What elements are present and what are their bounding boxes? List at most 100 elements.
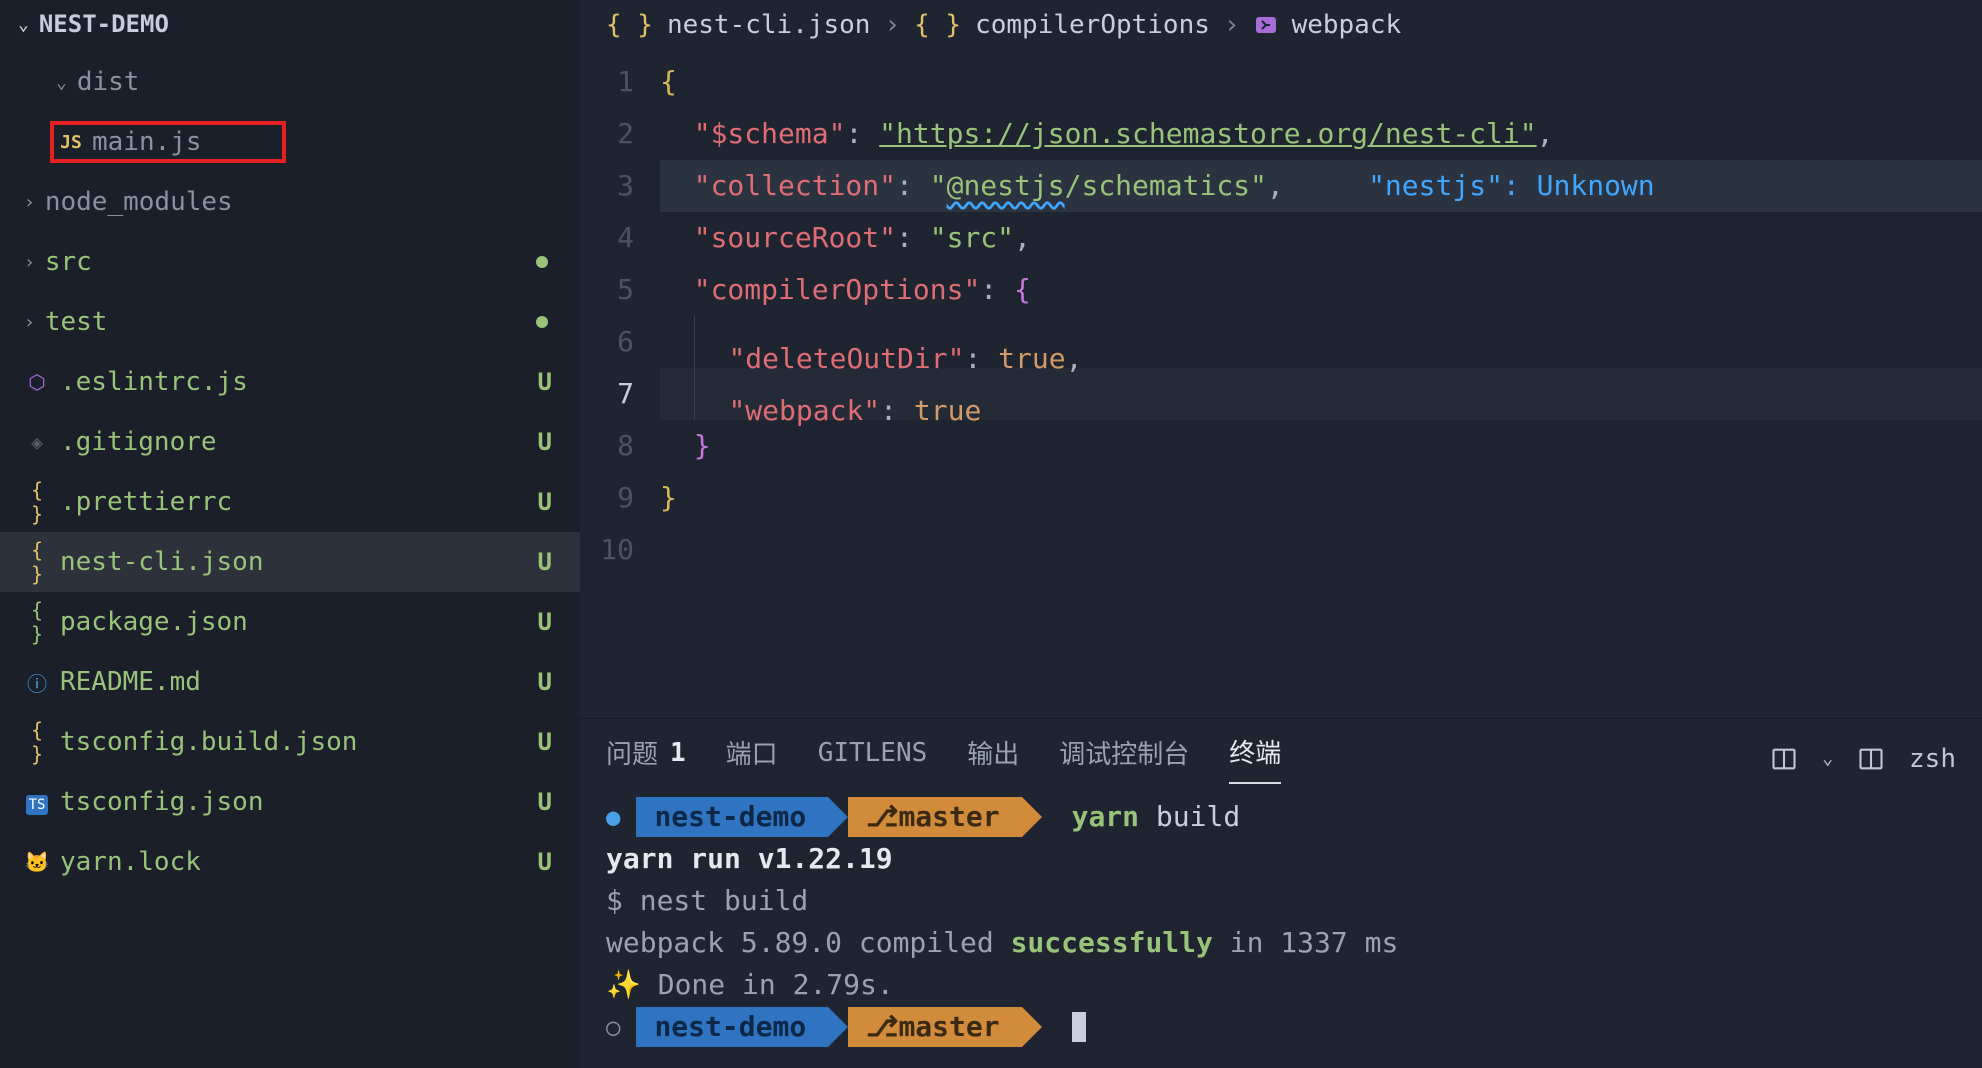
terminal-line: webpack 5.89.0 compiled successfully in …	[606, 922, 1956, 964]
folder-src[interactable]: › src	[0, 232, 580, 292]
inline-hint: "nestjs"	[1368, 169, 1503, 202]
line-number: 2	[580, 108, 634, 160]
cmd-tool: yarn	[1072, 800, 1139, 833]
file-readme[interactable]: ⓘ README.md U	[0, 652, 580, 712]
info-icon: ⓘ	[24, 668, 50, 697]
bullet-icon: ○	[606, 1006, 620, 1048]
chevron-down-icon[interactable]: ⌄	[1822, 748, 1833, 769]
code-editor[interactable]: 1 2 3 4 5 6 7 8 9 10 { "$schema": "https…	[580, 50, 1982, 718]
file-package-json[interactable]: { } package.json U	[0, 592, 580, 652]
folder-label: test	[45, 307, 526, 337]
file-tsconfig-build[interactable]: { } tsconfig.build.json U	[0, 712, 580, 772]
eslint-icon: ⬡	[24, 370, 50, 394]
split-terminal-icon[interactable]	[1857, 745, 1885, 773]
file-label: tsconfig.json	[60, 787, 528, 817]
breadcrumb-part[interactable]: compilerOptions	[975, 10, 1210, 40]
ts-icon: TS	[24, 790, 50, 814]
line-number: 10	[580, 524, 634, 576]
file-label: .gitignore	[60, 427, 528, 457]
breadcrumb-part[interactable]: nest-cli.json	[667, 10, 871, 40]
folder-label: dist	[77, 67, 570, 97]
split-editor-right-icon[interactable]	[1770, 745, 1798, 773]
git-status: U	[538, 608, 552, 636]
json-icon: { }	[24, 538, 50, 586]
file-tree: ⌄ dist JS main.js › node_modules › src	[0, 48, 580, 896]
breadcrumb-part[interactable]: webpack	[1292, 10, 1402, 40]
tab-output[interactable]: 输出	[967, 734, 1019, 783]
editor-area: { } nest-cli.json › { } compilerOptions …	[580, 0, 1982, 1068]
line-number: 7	[580, 368, 634, 420]
file-prettierrc[interactable]: { } .prettierrc U	[0, 472, 580, 532]
chevron-right-icon: ›	[24, 192, 35, 213]
highlight-box: JS main.js	[50, 121, 286, 163]
tab-ports[interactable]: 端口	[726, 734, 778, 783]
file-label: nest-cli.json	[60, 547, 528, 577]
folder-test[interactable]: › test	[0, 292, 580, 352]
tab-label: 输出	[967, 734, 1019, 771]
json-icon: { }	[606, 10, 653, 40]
folder-node-modules[interactable]: › node_modules	[0, 172, 580, 232]
chevron-down-icon: ⌄	[18, 14, 29, 35]
problems-count: 1	[670, 738, 686, 768]
file-label: tsconfig.build.json	[60, 727, 528, 757]
tab-label: GITLENS	[818, 738, 928, 768]
git-icon: ◈	[24, 430, 50, 454]
line-number: 6	[580, 316, 634, 368]
terminal-line: ✨ Done in 2.79s.	[606, 964, 1956, 1006]
prompt-branch: ⎇ master	[848, 797, 1021, 837]
file-label: .prettierrc	[60, 487, 528, 517]
git-status: U	[538, 488, 552, 516]
prompt-branch: ⎇ master	[848, 1007, 1021, 1047]
prompt-dir: nest-demo	[636, 1007, 828, 1047]
file-label: .eslintrc.js	[60, 367, 528, 397]
chevron-right-icon: ›	[884, 10, 900, 40]
terminal-line: yarn run v1.22.19	[606, 838, 1956, 880]
file-tsconfig[interactable]: TS tsconfig.json U	[0, 772, 580, 832]
project-header[interactable]: ⌄ NEST-DEMO	[0, 0, 580, 48]
modified-dot-icon	[536, 316, 548, 328]
js-icon: JS	[58, 132, 84, 153]
terminal-cursor	[1072, 1012, 1086, 1042]
chevron-down-icon: ⌄	[56, 72, 67, 93]
file-eslintrc[interactable]: ⬡ .eslintrc.js U	[0, 352, 580, 412]
panel-tabs: 问题 1 端口 GITLENS 输出 调试控制台 终端 ⌄ zsh	[580, 719, 1982, 784]
json-icon: { }	[24, 478, 50, 526]
json-icon: { }	[24, 718, 50, 766]
tab-debug-console[interactable]: 调试控制台	[1059, 734, 1189, 783]
file-yarn-lock[interactable]: 🐱 yarn.lock U	[0, 832, 580, 892]
folder-label: node_modules	[45, 187, 570, 217]
git-status: U	[538, 788, 552, 816]
tab-gitlens[interactable]: GITLENS	[818, 738, 928, 780]
file-label: main.js	[92, 127, 202, 157]
folder-dist[interactable]: ⌄ dist	[0, 52, 580, 112]
terminal[interactable]: ● nest-demo ⎇ master yarn build yarn run…	[580, 784, 1982, 1068]
file-nest-cli-json[interactable]: { } nest-cli.json U	[0, 532, 580, 592]
file-main-js[interactable]: JS main.js	[0, 112, 580, 172]
tab-terminal[interactable]: 终端	[1229, 733, 1281, 784]
line-number: 3	[580, 160, 634, 212]
code-content[interactable]: { "$schema": "https://json.schemastore.o…	[660, 56, 1982, 718]
tab-label: 问题	[606, 734, 658, 771]
line-number: 5	[580, 264, 634, 316]
chevron-right-icon: ›	[24, 312, 35, 333]
tab-label: 终端	[1229, 733, 1281, 770]
shell-name[interactable]: zsh	[1909, 744, 1956, 774]
line-number: 1	[580, 56, 634, 108]
breadcrumb[interactable]: { } nest-cli.json › { } compilerOptions …	[580, 0, 1982, 50]
chevron-right-icon: ›	[1224, 10, 1240, 40]
git-status: U	[538, 848, 552, 876]
file-gitignore[interactable]: ◈ .gitignore U	[0, 412, 580, 472]
modified-dot-icon	[536, 256, 548, 268]
line-gutter: 1 2 3 4 5 6 7 8 9 10	[580, 56, 660, 718]
cmd-arg: build	[1156, 800, 1240, 833]
tab-problems[interactable]: 问题 1	[606, 734, 686, 783]
property-icon	[1254, 13, 1278, 37]
line-number: 4	[580, 212, 634, 264]
git-status: U	[538, 728, 552, 756]
terminal-line: $ nest build	[606, 880, 1956, 922]
tab-label: 调试控制台	[1059, 734, 1189, 771]
file-label: README.md	[60, 667, 528, 697]
yarn-icon: 🐱	[24, 850, 50, 874]
bottom-panel: 问题 1 端口 GITLENS 输出 调试控制台 终端 ⌄ zsh	[580, 718, 1982, 1068]
project-name: NEST-DEMO	[39, 10, 169, 38]
